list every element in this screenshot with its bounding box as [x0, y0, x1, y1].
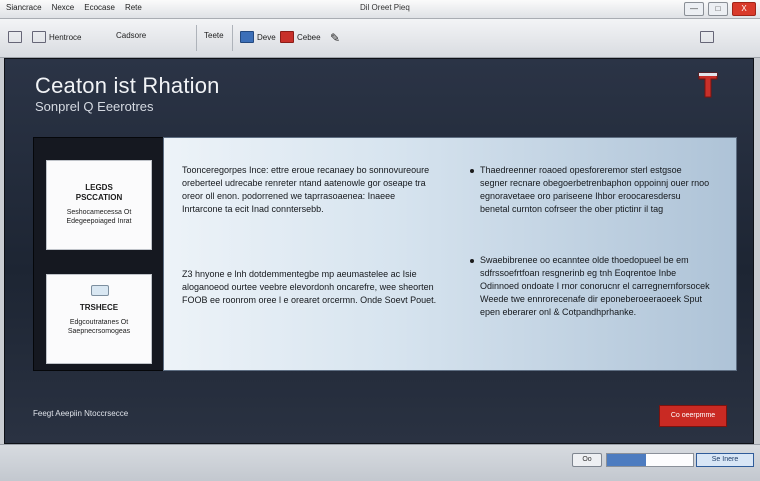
bullet-text: Thaedreenner roaoed opesforeremor sterl …	[480, 165, 710, 214]
toolbar-label-4: Deve	[257, 32, 276, 42]
window-controls: — □ X	[684, 2, 756, 16]
progress-fill	[607, 454, 646, 466]
bullet-paragraph: Swaebibrenee oo ecanntee olde thoedopuee…	[470, 254, 710, 319]
toolbar-separator	[232, 25, 233, 51]
toolbar-item-3[interactable]: Teete	[204, 31, 224, 40]
info-card[interactable]: TRSHECE Edgcoutratanes Ot Saepnecrsomoge…	[46, 274, 152, 364]
menu-item-2[interactable]: Nexce	[52, 3, 75, 12]
minimize-button[interactable]: —	[684, 2, 704, 16]
card-heading: TRSHECE	[79, 303, 119, 312]
side-panel: LEGDS PSCCATION Seshocamecessa Ot Edegee…	[33, 137, 165, 371]
window-title: Dil Oreet Pieq	[360, 3, 410, 12]
card-body: Seshocamecessa Ot Edegeepoiaged Inrat	[66, 209, 132, 225]
bullet-paragraph: Thaedreenner roaoed opesforeremor sterl …	[470, 164, 710, 216]
settings-icon	[700, 31, 714, 43]
document-icon	[240, 31, 254, 43]
content-paragraph: Z3 hnyone e lnh dotdemmentegbe mp aeumas…	[182, 269, 437, 305]
folder-icon	[32, 31, 46, 43]
title-bar: Siancrace Nexce Ecocase Rete Dil Oreet P…	[0, 0, 760, 19]
toolbar-label-5: Cebee	[297, 32, 321, 42]
bullet-icon	[470, 169, 474, 173]
toolbar-separator	[196, 25, 197, 51]
card-heading: LEGDS PSCCATION	[75, 183, 123, 202]
menu-bar: Siancrace Nexce Ecocase Rete	[6, 3, 142, 12]
toolbar-label-2: Cadsore	[116, 31, 147, 40]
maximize-button[interactable]: □	[708, 2, 728, 16]
status-button[interactable]: Oo	[572, 453, 602, 467]
card-body: Edgcoutratanes Ot Saepnecrsomogeas	[67, 319, 131, 335]
footer-link[interactable]: Feegt Aeepiin Ntoccrsecce	[33, 409, 128, 418]
pen-icon: ✎	[330, 31, 341, 45]
brand-logo-icon	[698, 72, 718, 98]
primary-action-button[interactable]: Co oeerpmme	[659, 405, 727, 427]
toolbar-tool-icon[interactable]: ✎	[330, 31, 340, 45]
page-subtitle: Sonprel Q Eeerotres	[35, 99, 154, 114]
close-button[interactable]: X	[732, 2, 756, 16]
info-card[interactable]: LEGDS PSCCATION Seshocamecessa Ot Edegee…	[46, 160, 152, 250]
toolbar-item-2[interactable]: Cadsore	[116, 31, 146, 40]
content-panel: Toonceregorpes Ince: ettre eroue recanae…	[163, 137, 737, 371]
card-thumbnail-icon	[91, 285, 109, 296]
menu-item-4[interactable]: Rete	[125, 3, 142, 12]
bullet-text: Swaebibrenee oo ecanntee olde thoedopuee…	[480, 255, 710, 317]
toolbar-item-4[interactable]: Deve	[240, 31, 276, 43]
menu-item-3[interactable]: Ecocase	[84, 3, 115, 12]
menu-item-1[interactable]: Siancrace	[6, 3, 42, 12]
presentation-stage: Ceaton ist Rhation Sonprel Q Eeerotres L…	[4, 58, 754, 444]
content-paragraph: Toonceregorpes Ince: ettre eroue recanae…	[182, 165, 430, 214]
record-icon	[280, 31, 294, 43]
toolbar-item-1[interactable]: Hentroce	[32, 31, 81, 43]
toolbar-label-3: Teete	[204, 31, 224, 40]
status-action-button[interactable]: Se Inere	[696, 453, 754, 467]
toolbar-back-icon[interactable]	[8, 31, 22, 43]
progress-slider[interactable]	[606, 453, 694, 467]
back-icon	[8, 31, 22, 43]
bullet-icon	[470, 259, 474, 263]
toolbar-settings-icon[interactable]	[700, 31, 714, 43]
toolbar-item-5[interactable]: Cebee	[280, 31, 321, 43]
page-title: Ceaton ist Rhation	[35, 73, 220, 98]
status-bar: Oo Se Inere	[0, 444, 760, 481]
toolbar: Hentroce Cadsore Teete Deve Cebee ✎	[0, 19, 760, 58]
toolbar-label-1: Hentroce	[49, 32, 82, 42]
